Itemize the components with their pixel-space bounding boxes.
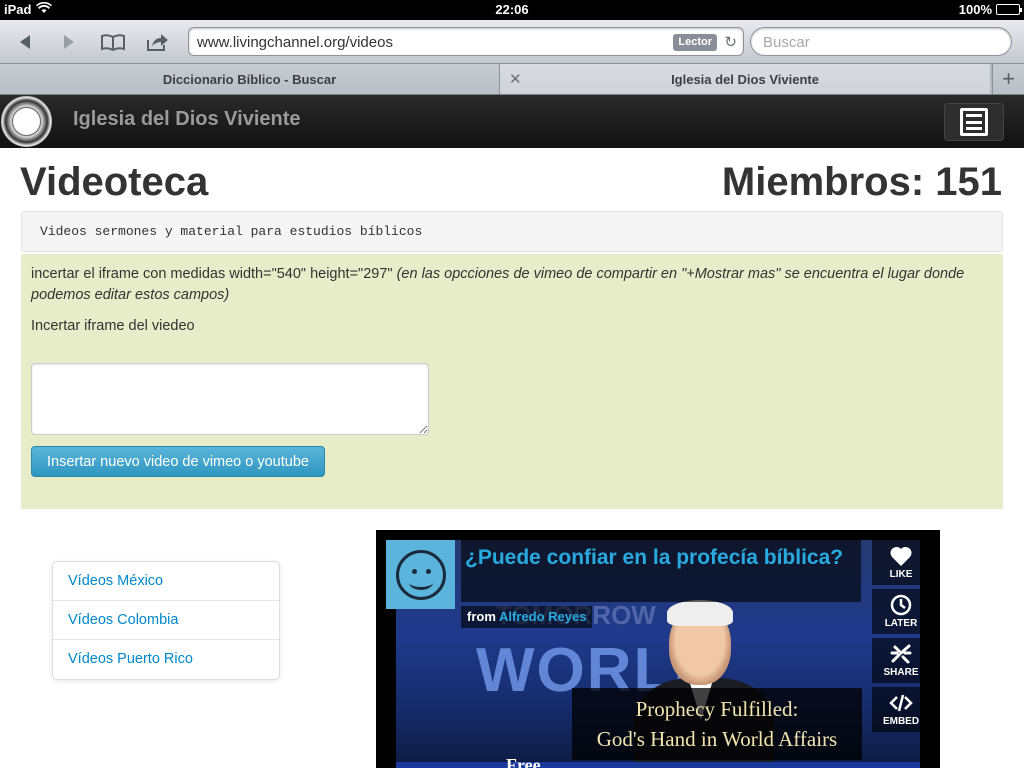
new-tab-button[interactable]: + [992, 64, 1024, 94]
share-button[interactable] [142, 29, 172, 55]
instructions-text: incertar el iframe con medidas width="54… [31, 266, 397, 282]
status-right: 100% [958, 2, 1022, 17]
tab-bar: Diccionario Bíblico - Buscar Iglesia del… [0, 64, 1024, 95]
tab-diccionario[interactable]: Diccionario Bíblico - Buscar [0, 64, 500, 94]
caption-band [396, 762, 920, 768]
smiley-icon [395, 549, 446, 600]
video-controls: LIKE LATER SHARE EMBED [872, 540, 930, 736]
embed-button[interactable]: EMBED [872, 687, 930, 732]
iframe-instructions: incertar el iframe con medidas width="54… [31, 264, 996, 306]
like-label: LIKE [889, 569, 913, 580]
status-bar: iPad 22:06 100% [0, 0, 1024, 20]
site-navbar: Iglesia del Dios Viviente [0, 95, 1024, 148]
back-arrow-icon [20, 35, 30, 49]
byline-from: from [467, 609, 496, 624]
heart-icon [890, 546, 912, 566]
forward-button[interactable] [54, 29, 84, 55]
iframe-field-label: Incertar iframe del viedeo [31, 318, 195, 334]
insert-video-panel: incertar el iframe con medidas width="54… [21, 254, 1003, 509]
free-text: Free [506, 755, 541, 768]
page-title: Videoteca [20, 160, 209, 204]
church-seal-logo[interactable] [1, 96, 52, 147]
video-caption: Prophecy Fulfilled: God's Hand in World … [572, 688, 862, 760]
menu-toggle-button[interactable] [944, 103, 1004, 141]
bookmarks-button[interactable] [98, 29, 128, 55]
close-tab-icon[interactable]: ✕ [509, 70, 522, 88]
bookmarks-icon [101, 34, 125, 51]
reader-button[interactable]: Lector [673, 34, 717, 51]
video-category-list: Vídeos México Vídeos Colombia Vídeos Pue… [52, 561, 280, 680]
clock-icon [890, 594, 912, 616]
share-arrow-icon [147, 34, 168, 51]
url-text[interactable]: www.livingchannel.org/videos [197, 34, 393, 51]
caption-line-1: Prophecy Fulfilled: [635, 697, 799, 721]
clock: 22:06 [495, 2, 529, 17]
members-count: Miembros: 151 [721, 160, 1002, 204]
menu-icon [960, 108, 988, 136]
site-brand[interactable]: Iglesia del Dios Viviente [73, 108, 301, 131]
search-placeholder[interactable]: Buscar [763, 34, 810, 51]
share-icon [890, 644, 912, 664]
address-bar[interactable]: www.livingchannel.org/videos Lector ↻ [188, 27, 744, 56]
embed-label: EMBED [882, 716, 920, 727]
tab-iglesia[interactable]: Iglesia del Dios Viviente [500, 64, 990, 94]
caption-line-2: God's Hand in World Affairs [596, 727, 838, 751]
video-title[interactable]: ¿Puede confiar en la profecía bíblica? [461, 540, 861, 602]
list-item-colombia[interactable]: Vídeos Colombia [53, 601, 279, 640]
video-byline: from Alfredo Reyes [461, 606, 593, 628]
share-label: SHARE [883, 667, 919, 678]
list-item-mexico[interactable]: Vídeos México [53, 562, 279, 601]
back-button[interactable] [10, 29, 40, 55]
later-button[interactable]: LATER [872, 589, 930, 634]
list-item-puerto-rico[interactable]: Vídeos Puerto Rico [53, 640, 279, 679]
forward-arrow-icon [64, 35, 74, 49]
battery-percent: 100% [958, 2, 992, 17]
iframe-textarea[interactable] [31, 363, 429, 435]
share-video-button[interactable]: SHARE [872, 638, 930, 683]
like-button[interactable]: LIKE [872, 540, 930, 585]
reload-icon[interactable]: ↻ [724, 33, 737, 51]
insert-video-button[interactable]: Insertar nuevo video de vimeo o youtube [31, 446, 325, 477]
search-field[interactable]: Buscar [750, 27, 1012, 56]
later-label: LATER [884, 618, 918, 629]
browser-toolbar: www.livingchannel.org/videos Lector ↻ Bu… [0, 20, 1024, 64]
video-player[interactable]: TOMORROW WORLD Prophecy Fulfilled: God's… [376, 530, 940, 768]
battery-icon [996, 4, 1022, 15]
author-avatar[interactable] [386, 540, 455, 609]
embed-icon [889, 694, 913, 712]
page-subheader: Videos sermones y material para estudios… [21, 211, 1003, 252]
author-link[interactable]: Alfredo Reyes [499, 609, 586, 624]
